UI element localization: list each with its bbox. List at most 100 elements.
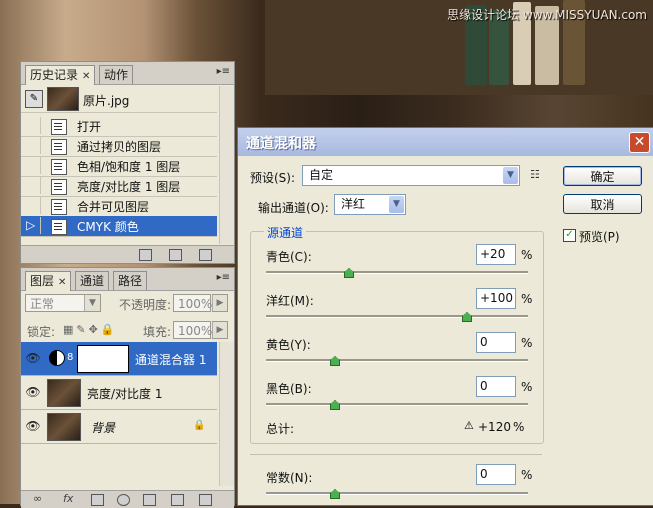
slider-label: 青色(C): — [266, 250, 312, 264]
layers-tabbar: 图层 ✕ 通道 路径 ▸≡ — [21, 268, 234, 291]
opacity-label: 不透明度: — [119, 298, 172, 312]
history-state-icon — [51, 219, 67, 235]
close-icon[interactable]: ✕ — [82, 71, 90, 82]
fill-slider-button[interactable]: ▶ — [212, 321, 228, 339]
preview-checkbox[interactable]: ✓ — [563, 229, 576, 242]
layer-row-brightness[interactable]: 👁 亮度/对比度 1 — [21, 376, 217, 410]
slider-track[interactable] — [266, 359, 528, 362]
history-brush-slot[interactable] — [23, 117, 41, 134]
tab-history[interactable]: 历史记录 ✕ — [25, 65, 96, 85]
total-label: 总计: — [266, 422, 295, 436]
dialog-title: 通道混和器 — [246, 136, 316, 152]
layer-name: 通道混合器 1 — [135, 353, 207, 367]
slider-label: 黄色(Y): — [266, 338, 311, 352]
lock-label: 锁定: — [27, 325, 56, 339]
chevron-right-icon: ▶ — [212, 295, 227, 311]
link-icon[interactable]: 8 — [67, 352, 73, 363]
fill-input[interactable]: 100% — [173, 321, 212, 339]
warning-icon: ⚠ — [464, 419, 474, 432]
chevron-down-icon: ▼ — [84, 295, 100, 311]
eye-icon[interactable]: 👁 — [25, 350, 41, 366]
layer-name: 亮度/对比度 1 — [87, 387, 163, 401]
opacity-input[interactable]: 100% — [173, 294, 212, 312]
opacity-slider-button[interactable]: ▶ — [212, 294, 228, 312]
slider-value-input[interactable]: 0 — [476, 376, 516, 397]
cancel-button[interactable]: 取消 — [563, 194, 642, 214]
tab-layers[interactable]: 图层 ✕ — [25, 271, 72, 291]
history-state-icon — [51, 119, 67, 135]
dialog-titlebar[interactable]: 通道混和器 — [238, 128, 653, 156]
history-scrollbar[interactable] — [219, 86, 234, 244]
trash-icon[interactable] — [199, 494, 212, 506]
slider-value-input[interactable]: +100 — [476, 288, 516, 309]
preview-label[interactable]: 预览(P) — [579, 228, 620, 245]
slider-value-input[interactable]: 0 — [476, 332, 516, 353]
history-item[interactable]: 通过拷贝的图层 — [21, 136, 217, 157]
tab-actions[interactable]: 动作 — [99, 65, 134, 84]
slider-track[interactable] — [266, 271, 528, 274]
history-brush-slot[interactable] — [23, 197, 41, 214]
blend-mode-select[interactable]: 正常 ▼ — [25, 294, 101, 312]
divider — [250, 454, 542, 455]
preset-select[interactable]: 自定 ▼ — [302, 165, 520, 186]
slider-value-input[interactable]: +20 — [476, 244, 516, 265]
total-unit: % — [513, 420, 525, 434]
new-document-from-state-icon[interactable] — [139, 249, 152, 261]
preset-options-icon[interactable]: ☷ — [530, 168, 540, 181]
lock-icon: 🔒 — [193, 420, 206, 431]
camera-snapshot-icon[interactable] — [169, 249, 182, 261]
history-brush-slot[interactable] — [23, 177, 41, 194]
source-channels-label: 源通道 — [264, 224, 307, 241]
history-snapshot[interactable]: ✎ 原片.jpg — [21, 86, 217, 113]
brush-source-icon[interactable]: ✎ — [25, 90, 43, 108]
constant-slider-track[interactable] — [266, 492, 528, 495]
ok-button[interactable]: 确定 — [563, 166, 642, 186]
layer-row-channel-mixer[interactable]: 👁 8 通道混合器 1 — [21, 342, 217, 376]
eye-icon[interactable]: 👁 — [25, 418, 41, 434]
trash-icon[interactable] — [199, 249, 212, 261]
layer-thumbnail — [47, 379, 81, 407]
add-mask-icon[interactable] — [91, 494, 104, 506]
close-icon[interactable]: ✕ — [58, 277, 66, 288]
slider-unit: % — [521, 292, 533, 306]
history-state-icon — [51, 199, 67, 215]
history-state-icon — [51, 179, 67, 195]
slider-track[interactable] — [266, 315, 528, 318]
layers-scrollbar[interactable] — [219, 342, 234, 486]
history-tabbar: 历史记录 ✕ 动作 ▸≡ — [21, 62, 234, 85]
new-layer-icon[interactable] — [171, 494, 184, 506]
watermark: 思缘设计论坛 www.MISSYUAN.com — [447, 8, 647, 22]
history-brush-slot[interactable] — [23, 157, 41, 174]
adjustment-layer-icon[interactable] — [117, 494, 130, 506]
history-state-icon — [51, 159, 67, 175]
history-item[interactable]: 合并可见图层 — [21, 196, 217, 217]
total-value: +120 — [478, 420, 511, 434]
layers-panel: 图层 ✕ 通道 路径 ▸≡ 正常 ▼ 不透明度: 100% ▶ 锁定: ▦✎✥🔒 填… — [20, 267, 235, 508]
history-item-label: 亮度/对比度 1 图层 — [77, 180, 181, 194]
panel-menu-icon[interactable]: ▸≡ — [217, 66, 230, 77]
history-item[interactable]: 打开 — [21, 116, 217, 137]
tab-paths[interactable]: 路径 — [113, 271, 148, 290]
history-item[interactable]: 亮度/对比度 1 图层 — [21, 176, 217, 197]
history-brush-slot[interactable]: ▷ — [23, 217, 41, 234]
slider-track[interactable] — [266, 403, 528, 406]
panel-menu-icon[interactable]: ▸≡ — [217, 272, 230, 283]
history-panel: 历史记录 ✕ 动作 ▸≡ ✎ 原片.jpg 打开 通过拷贝的图层 色相/饱和度 1… — [20, 61, 235, 264]
constant-label: 常数(N): — [266, 471, 313, 485]
fill-label: 填充: — [143, 325, 172, 339]
tab-channels[interactable]: 通道 — [75, 271, 110, 290]
history-item-selected[interactable]: ▷ CMYK 颜色 — [21, 216, 217, 237]
eye-icon[interactable]: 👁 — [25, 384, 41, 400]
layer-row-background[interactable]: 👁 背景 🔒 — [21, 410, 217, 444]
close-icon[interactable]: ✕ — [629, 132, 650, 153]
slider-label: 洋红(M): — [266, 294, 314, 308]
layer-style-icon[interactable]: fx — [63, 492, 73, 505]
link-layers-icon[interactable]: ∞ — [33, 492, 42, 505]
output-channel-select[interactable]: 洋红 ▼ — [334, 194, 406, 215]
constant-input[interactable]: 0 — [476, 464, 516, 485]
history-brush-slot[interactable] — [23, 137, 41, 154]
lock-icons[interactable]: ▦✎✥🔒 — [63, 323, 118, 336]
folder-icon[interactable] — [143, 494, 156, 506]
history-item[interactable]: 色相/饱和度 1 图层 — [21, 156, 217, 177]
layer-mask-thumbnail[interactable] — [77, 345, 129, 373]
